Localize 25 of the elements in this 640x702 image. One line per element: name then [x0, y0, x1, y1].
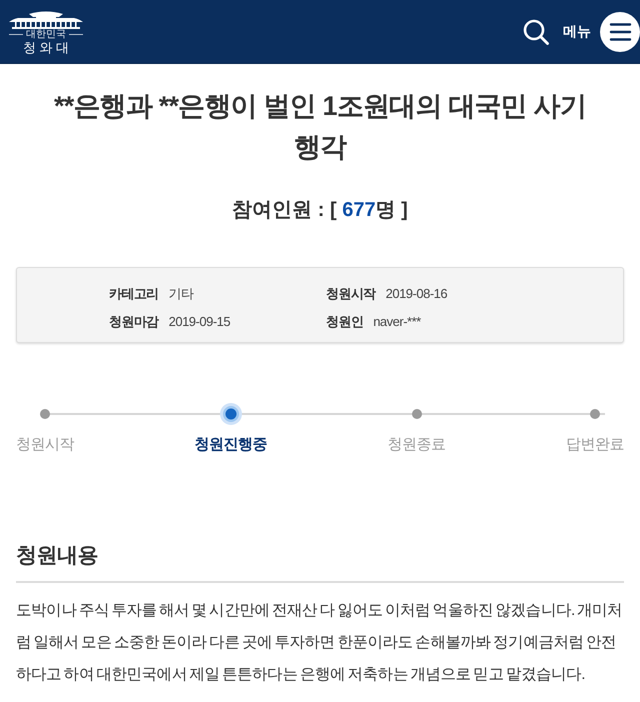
step-label: 답변완료	[566, 435, 624, 455]
step-dot-icon	[40, 409, 50, 419]
info-label: 카테고리	[109, 285, 159, 303]
petition-body-text: 도박이나 주식 투자를 해서 몇 시간만에 전재산 다 잃어도 이처럼 억울하진 않겠습니다. 개미처럼 일해서 모은 소중한 돈이라 다른 곳에 투자하면 한푼이라도 손해볼까봐 정기예금처럼 안전하다고 하여 대한민국에서 제일 튼튼하다는 은행에 저축하는 개념으로 믿고 맡겼습니다.	[16, 601, 624, 685]
menu-button[interactable]: 메뉴	[563, 12, 640, 52]
step-dot-icon	[590, 409, 600, 419]
info-value: 기타	[168, 285, 194, 303]
step-label: 청원시작	[16, 435, 74, 455]
info-value: naver-***	[373, 313, 421, 331]
search-icon[interactable]	[523, 18, 549, 44]
step-label: 청원종료	[388, 435, 446, 455]
building-icon	[9, 8, 83, 28]
section-heading: 청원내용	[16, 543, 99, 569]
info-value: 2019-09-15	[168, 313, 230, 331]
petition-title: **은행과 **은행이 벌인 1조원대의 대국민 사기 행각	[53, 90, 587, 164]
info-value: 2019-08-16	[386, 285, 448, 303]
logo-text: 청 와 대	[22, 40, 70, 54]
info-label: 청원마감	[109, 313, 159, 331]
step-dot-icon	[220, 403, 242, 425]
step-label: 청원진행중	[194, 435, 267, 455]
step-dot-icon	[412, 409, 422, 419]
info-label: 청원시작	[326, 285, 376, 303]
participant-count: 참여인원 : [ 677명 ]	[232, 198, 408, 223]
info-label: 청원인	[326, 313, 364, 331]
logo-subtitle: 대한민국	[26, 28, 66, 40]
